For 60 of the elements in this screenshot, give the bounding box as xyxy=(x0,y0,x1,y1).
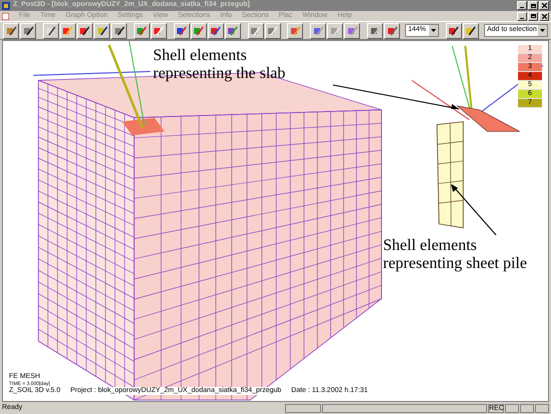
minimize-button[interactable] xyxy=(517,1,527,10)
tool-button[interactable] xyxy=(384,22,400,38)
tool-icon xyxy=(267,26,278,36)
minimize-button[interactable] xyxy=(517,12,527,20)
tool-button[interactable] xyxy=(3,22,20,38)
status-pane xyxy=(535,404,549,412)
tool-icon xyxy=(346,26,358,36)
tool-icon xyxy=(79,26,90,36)
tool-button[interactable] xyxy=(208,22,224,38)
caret-icon xyxy=(429,25,438,36)
tool-button[interactable] xyxy=(60,22,76,38)
close-icon xyxy=(542,14,546,18)
leader-line xyxy=(448,181,498,237)
tool-icon xyxy=(45,26,56,36)
tool-icon xyxy=(250,26,262,36)
caret-icon xyxy=(538,25,547,36)
tool-icon xyxy=(136,26,148,36)
tool-button[interactable] xyxy=(367,22,384,38)
tool-icon xyxy=(6,26,17,36)
tool-button[interactable] xyxy=(344,22,360,38)
annotation-text: Shell elements representing sheet pile xyxy=(383,237,527,273)
tool-icon xyxy=(96,26,108,36)
status-pane xyxy=(505,404,519,412)
close-button[interactable] xyxy=(539,12,549,20)
tool-icon xyxy=(22,26,34,36)
tool-button[interactable] xyxy=(248,22,264,38)
tool-button[interactable] xyxy=(327,22,344,38)
tool-icon xyxy=(465,26,476,36)
tool-icon xyxy=(193,26,204,36)
tool-button[interactable] xyxy=(446,22,462,38)
tool-button[interactable] xyxy=(150,22,167,38)
tool-button[interactable] xyxy=(224,22,241,38)
tool-icon xyxy=(312,26,324,36)
tool-icon xyxy=(448,26,460,36)
tool-button[interactable] xyxy=(287,22,304,38)
tool-button[interactable] xyxy=(42,22,59,38)
close-icon xyxy=(542,3,546,8)
tool-icon xyxy=(176,26,188,36)
tool-button[interactable] xyxy=(94,22,110,38)
tool-icon xyxy=(330,26,341,36)
tool-icon xyxy=(386,26,398,36)
tool-icon xyxy=(370,26,381,36)
status-pane xyxy=(520,404,534,412)
tool-button[interactable] xyxy=(134,22,150,38)
tool-icon xyxy=(290,26,301,36)
tool-button[interactable] xyxy=(111,22,128,38)
tool-button[interactable] xyxy=(310,22,326,38)
tool-icon xyxy=(62,26,74,36)
tool-button[interactable] xyxy=(20,22,36,38)
tool-icon xyxy=(227,26,238,36)
tool-button[interactable] xyxy=(462,22,479,38)
close-button[interactable] xyxy=(539,1,549,10)
tool-icon xyxy=(153,26,164,36)
tool-icon xyxy=(114,26,125,36)
tool-button[interactable] xyxy=(174,22,190,38)
tool-button[interactable] xyxy=(190,22,207,38)
app-icon xyxy=(2,2,10,10)
tool-button[interactable] xyxy=(76,22,93,38)
tool-icon xyxy=(210,26,222,36)
tool-button[interactable] xyxy=(264,22,281,38)
